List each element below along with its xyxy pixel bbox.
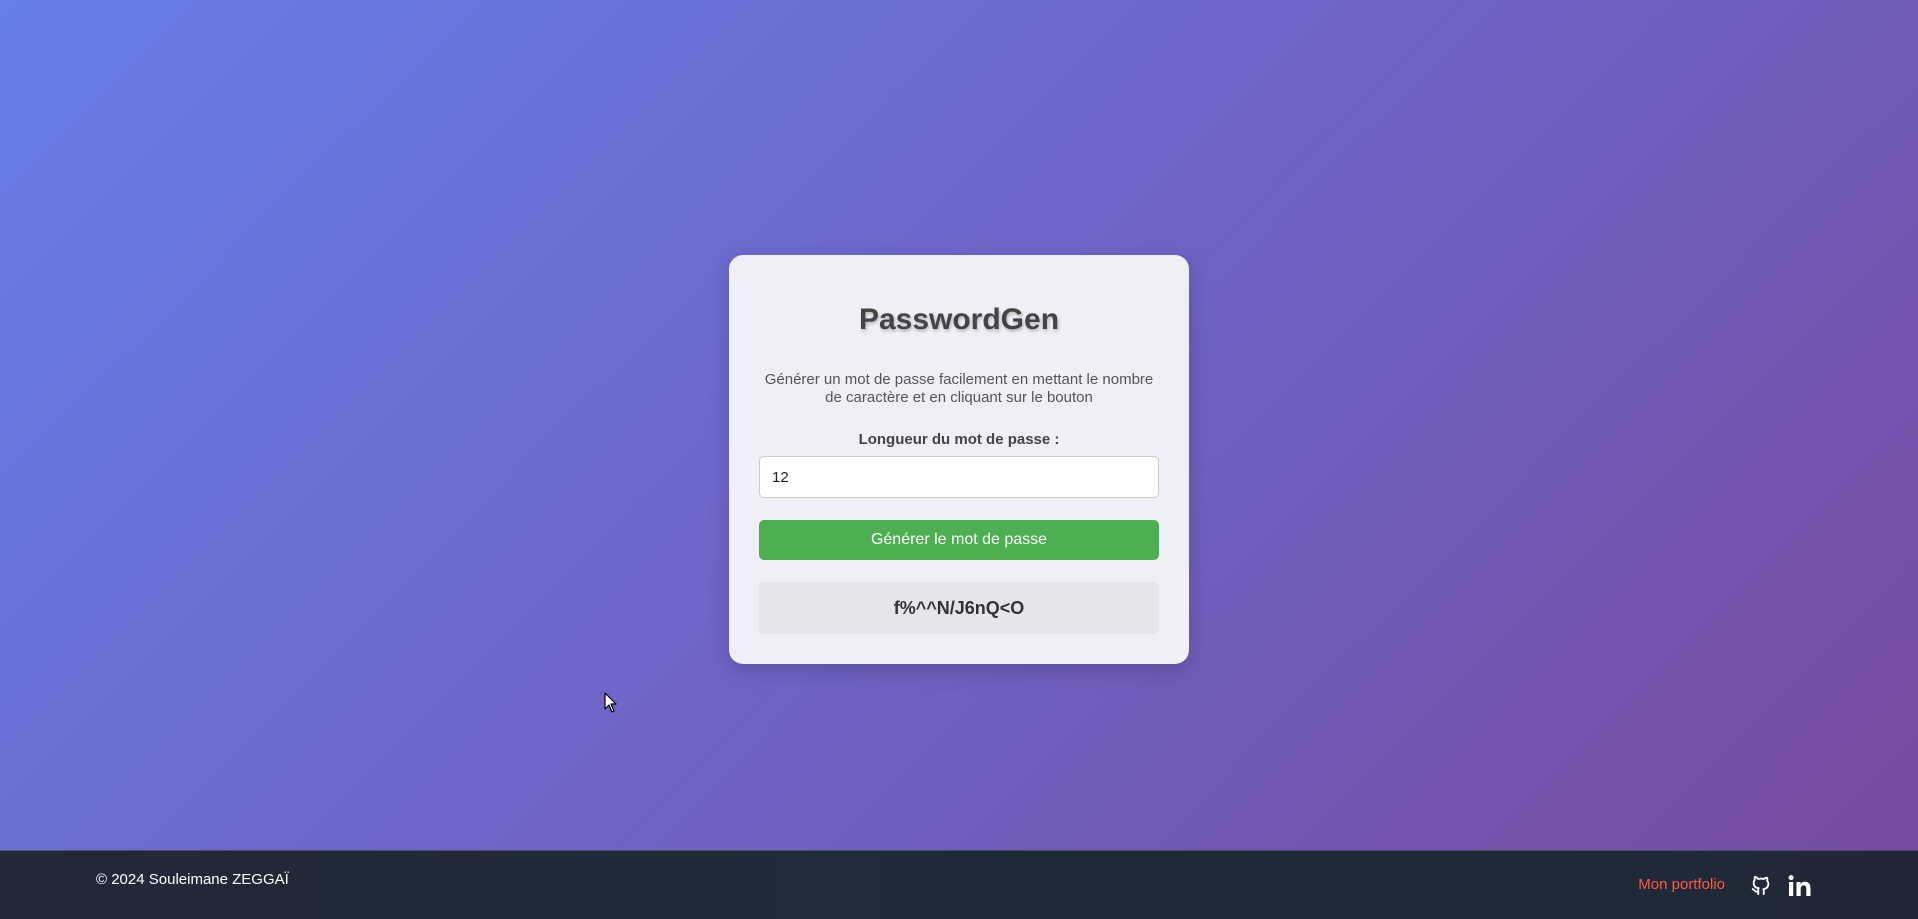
page: PasswordGen Générer un mot de passe faci…: [0, 0, 1918, 919]
app-description: Générer un mot de passe facilement en me…: [764, 371, 1154, 406]
mouse-cursor-icon: [604, 692, 617, 713]
footer: © 2024 Souleimane ZEGGAÏ Mon portfolio: [0, 850, 1918, 919]
length-label: Longueur du mot de passe :: [858, 431, 1060, 448]
copyright-text: © 2024 Souleimane ZEGGAÏ: [96, 871, 289, 888]
generate-button[interactable]: Générer le mot de passe: [759, 520, 1159, 560]
hero-background: PasswordGen Générer un mot de passe faci…: [0, 0, 1918, 850]
generated-password: f%^^N/J6nQ<O: [759, 582, 1159, 634]
portfolio-link[interactable]: Mon portfolio: [1638, 876, 1725, 893]
password-generator-card: PasswordGen Générer un mot de passe faci…: [729, 255, 1189, 664]
length-input[interactable]: [759, 456, 1159, 498]
linkedin-icon[interactable]: [1787, 873, 1813, 899]
app-title: PasswordGen: [858, 303, 1060, 336]
github-icon[interactable]: [1750, 874, 1772, 896]
